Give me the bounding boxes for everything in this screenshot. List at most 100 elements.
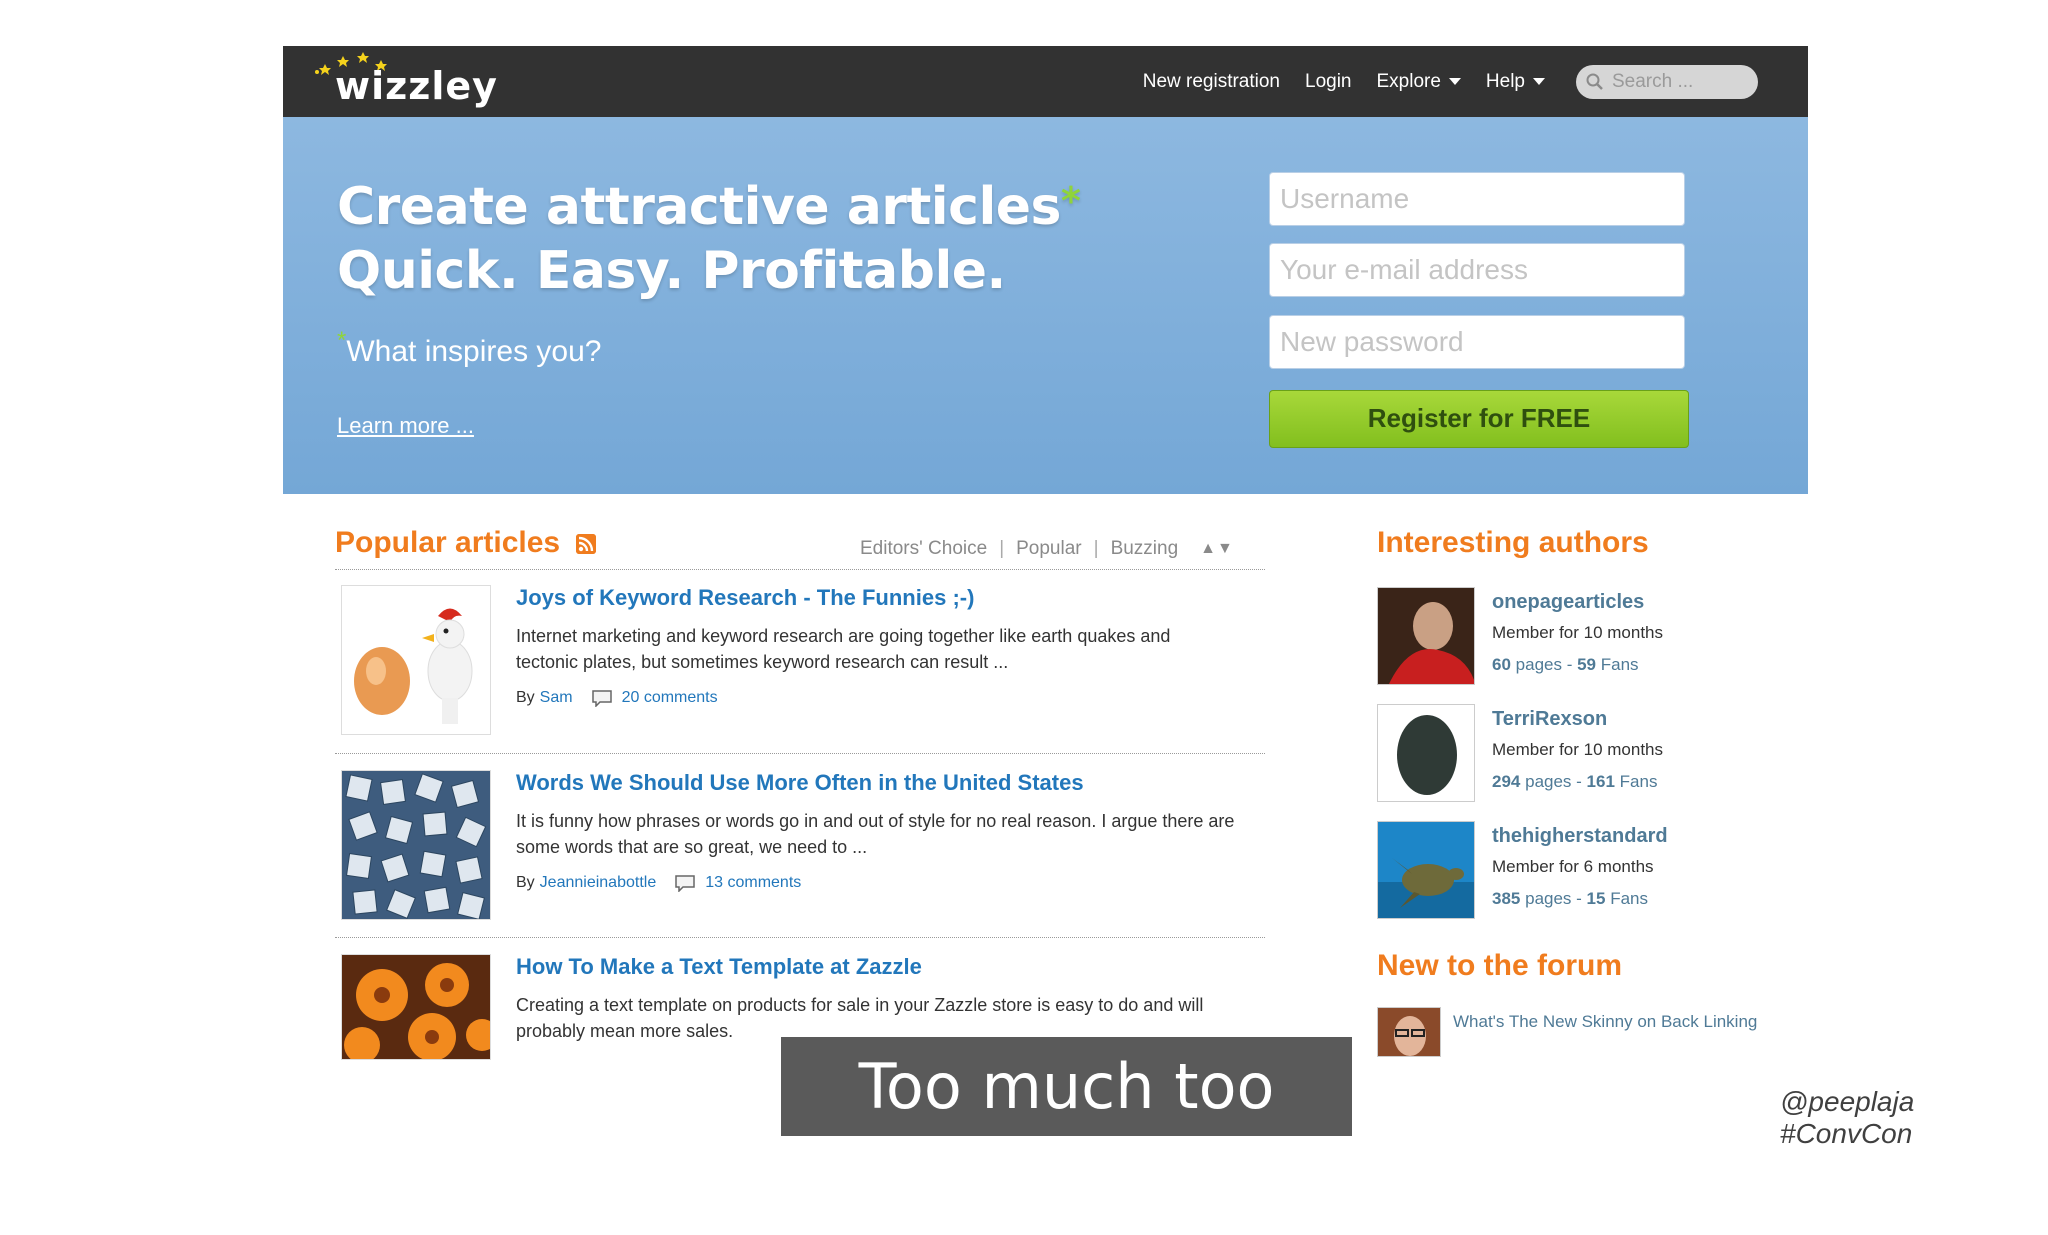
- search-icon: [1586, 73, 1603, 90]
- headline-line-2: Quick. Easy. Profitable.: [337, 241, 1006, 301]
- tab-separator: |: [999, 538, 1005, 559]
- author-name-link[interactable]: TerriRexson: [1492, 708, 1607, 731]
- fans-count: 59: [1577, 655, 1597, 674]
- hero-headline: Create attractive articles* Quick. Easy.…: [337, 175, 1081, 303]
- wizzley-page: wizzley New registration Login Explore H…: [283, 46, 1808, 1136]
- author-membership: Member for 10 months: [1492, 623, 1664, 642]
- avatar[interactable]: [1377, 704, 1475, 802]
- tagline-asterisk: *: [337, 327, 347, 354]
- article-description: Internet marketing and keyword research …: [516, 626, 1171, 672]
- by-label: By: [516, 689, 535, 706]
- nav-login[interactable]: Login: [1305, 71, 1352, 93]
- divider: [335, 937, 1265, 938]
- article-title-link[interactable]: Joys of Keyword Research - The Funnies ;…: [516, 585, 974, 611]
- author-name-link[interactable]: thehigherstandard: [1492, 825, 1668, 848]
- avatar[interactable]: [1377, 1007, 1441, 1057]
- nav-explore-label: Explore: [1376, 70, 1441, 92]
- article-thumbnail-flowers[interactable]: [341, 954, 491, 1060]
- author-stats: 294 pages - 161 Fans: [1492, 772, 1657, 792]
- by-label: By: [516, 874, 535, 891]
- author-card: TerriRexson Member for 10 months 294 pag…: [1377, 704, 1697, 804]
- sort-arrows-icon[interactable]: ▲▼: [1200, 540, 1234, 558]
- author-card: thehigherstandard Member for 6 months 38…: [1377, 821, 1697, 921]
- hero-tagline: *What inspires you?: [337, 327, 602, 369]
- search-box[interactable]: [1576, 64, 1758, 99]
- article-comments-link[interactable]: 13 comments: [705, 874, 801, 892]
- author-name-link[interactable]: onepagearticles: [1492, 591, 1644, 614]
- article-title-link[interactable]: Words We Should Use More Often in the Un…: [516, 770, 1084, 796]
- logo-text: wizzley: [335, 64, 498, 108]
- author-photo: [1378, 705, 1474, 801]
- article-filter-tabs: Editors' Choice | Popular | Buzzing ▲▼: [860, 538, 1234, 560]
- pages-label: pages -: [1525, 772, 1582, 791]
- popular-articles-title: Popular articles: [335, 526, 561, 559]
- comment-bubble-icon: [591, 690, 612, 707]
- author-photo: [1378, 822, 1474, 918]
- register-button[interactable]: Register for FREE: [1269, 390, 1689, 448]
- pages-label: pages -: [1515, 655, 1573, 674]
- main-nav: New registration Login Explore Help: [1143, 46, 1758, 117]
- nav-new-registration[interactable]: New registration: [1143, 71, 1280, 93]
- article-title-link[interactable]: How To Make a Text Template at Zazzle: [516, 954, 922, 980]
- forum-topic-link[interactable]: What's The New Skinny on Back Linking: [1453, 1012, 1757, 1032]
- article-comments-link[interactable]: 20 comments: [622, 689, 718, 707]
- pages-count: 385: [1492, 889, 1521, 908]
- tagline-text: What inspires you?: [346, 335, 602, 368]
- interesting-authors-title: Interesting authors: [1377, 526, 1649, 559]
- article-author-link[interactable]: Jeannieinabottle: [540, 874, 657, 892]
- article-thumbnail-egg-chicken[interactable]: [341, 585, 491, 735]
- tab-separator: |: [1093, 538, 1099, 559]
- divider: [335, 753, 1265, 754]
- chevron-down-icon: [1448, 78, 1461, 85]
- comment-bubble-icon: [675, 875, 695, 892]
- letter-tiles-image: [342, 771, 490, 919]
- avatar[interactable]: [1377, 821, 1475, 919]
- fans-count: 15: [1586, 889, 1606, 908]
- learn-more-link[interactable]: Learn more ...: [337, 413, 474, 439]
- egg-chicken-image: [342, 586, 490, 734]
- wizzley-logo[interactable]: wizzley: [313, 50, 513, 114]
- email-field[interactable]: [1269, 243, 1685, 297]
- tab-popular[interactable]: Popular: [1016, 538, 1082, 560]
- author-photo: [1378, 588, 1474, 684]
- fans-label: Fans: [1600, 655, 1639, 674]
- search-input[interactable]: [1610, 69, 1744, 94]
- slide-handle: @peeplaja #ConvCon: [1780, 1086, 1915, 1149]
- tab-editors-choice[interactable]: Editors' Choice: [860, 538, 987, 560]
- fans-label: Fans: [1619, 772, 1658, 791]
- headline-asterisk: *: [1061, 179, 1081, 223]
- headline-line-1: Create attractive articles: [337, 177, 1062, 237]
- tab-buzzing[interactable]: Buzzing: [1111, 538, 1179, 560]
- article-author-link[interactable]: Sam: [540, 689, 573, 707]
- article-item: Words We Should Use More Often in the Un…: [341, 770, 1261, 920]
- nav-help-label: Help: [1485, 70, 1525, 92]
- orange-flowers-image: [342, 955, 490, 1059]
- author-membership: Member for 10 months: [1492, 740, 1664, 759]
- forum-user-photo: [1378, 1008, 1440, 1056]
- top-navigation-bar: wizzley New registration Login Explore H…: [283, 46, 1808, 117]
- new-to-forum-title: New to the forum: [1377, 949, 1622, 982]
- article-description: It is funny how phrases or words go in a…: [516, 811, 1235, 857]
- author-card: onepagearticles Member for 10 months 60 …: [1377, 587, 1697, 687]
- username-field[interactable]: [1269, 172, 1685, 226]
- password-field[interactable]: [1269, 315, 1685, 369]
- fans-count: 161: [1586, 772, 1615, 791]
- author-stats: 60 pages - 59 Fans: [1492, 655, 1639, 675]
- article-meta: By Sam 20 comments: [516, 689, 718, 707]
- avatar[interactable]: [1377, 587, 1475, 685]
- author-membership: Member for 6 months: [1492, 857, 1654, 876]
- chevron-down-icon: [1533, 78, 1545, 85]
- nav-explore[interactable]: Explore: [1377, 71, 1461, 93]
- nav-help[interactable]: Help: [1486, 71, 1545, 93]
- fans-label: Fans: [1610, 889, 1648, 908]
- rss-feed-icon[interactable]: [576, 534, 596, 554]
- pages-count: 60: [1492, 655, 1511, 674]
- hero-banner: Create attractive articles* Quick. Easy.…: [283, 117, 1808, 494]
- pages-count: 294: [1492, 772, 1521, 791]
- slide-caption: Too much too soon: [781, 1037, 1352, 1222]
- article-meta: By Jeannieinabottle 13 comments: [516, 874, 801, 892]
- article-thumbnail-letter-tiles[interactable]: [341, 770, 491, 920]
- pages-label: pages -: [1525, 889, 1582, 908]
- divider: [335, 569, 1265, 570]
- article-item: Joys of Keyword Research - The Funnies ;…: [341, 585, 1261, 735]
